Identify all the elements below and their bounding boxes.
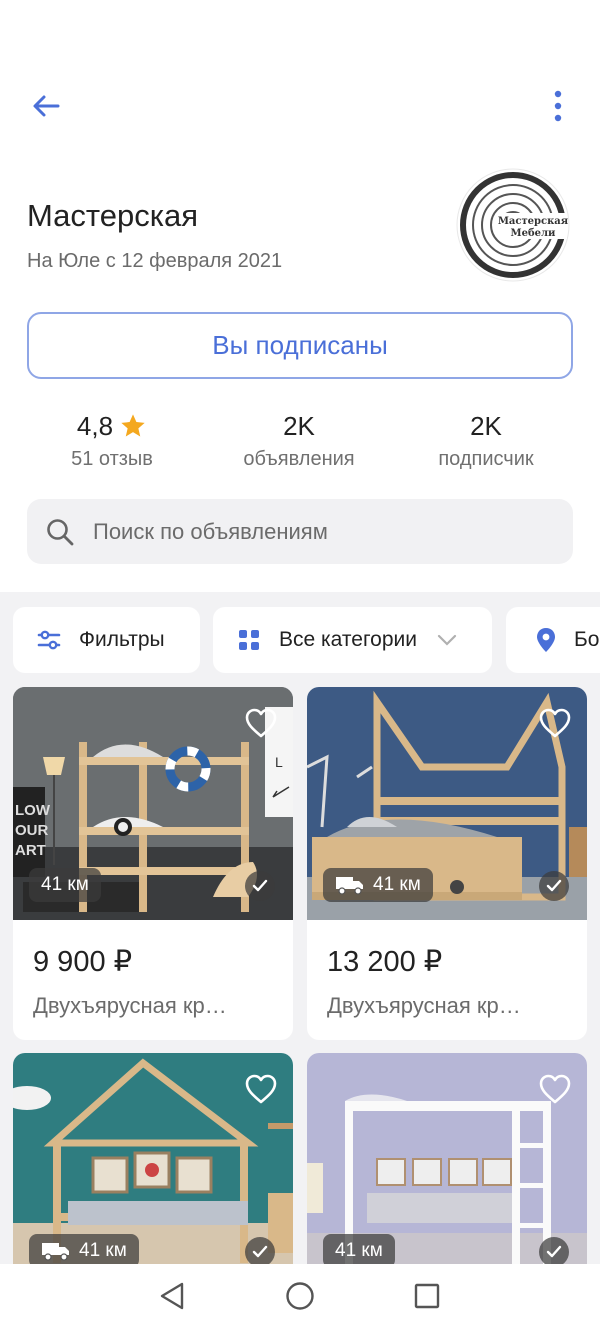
subscribers-count: 2K <box>470 411 502 441</box>
arrow-left-icon <box>33 95 60 117</box>
verified-check-icon <box>245 871 275 901</box>
subscribers-label: подписчик <box>438 448 534 470</box>
search-icon <box>43 515 77 549</box>
nav-back-button[interactable] <box>152 1276 192 1316</box>
categories-chip-label: Все категории <box>279 628 417 651</box>
svg-text:L: L <box>275 754 283 770</box>
system-nav-bar <box>0 1264 600 1326</box>
sliders-icon <box>35 626 63 654</box>
nav-home-button[interactable] <box>280 1276 320 1316</box>
stat-listings[interactable]: 2K объявления <box>209 408 389 471</box>
filters-chip[interactable]: Фильтры <box>13 607 200 673</box>
heart-icon <box>539 1074 571 1104</box>
grid-icon <box>235 626 263 654</box>
logo-text-line1: Мастерская <box>498 216 569 227</box>
heart-icon <box>245 708 277 738</box>
stats-row: 4,8 51 отзыв 2K объявления 2K подписчик <box>0 408 600 474</box>
listing-card[interactable]: 41 км 13 200 ₽ Двухъярусная кр… <box>307 687 587 1040</box>
favorite-button[interactable] <box>537 1071 573 1107</box>
svg-text:ART: ART <box>15 842 46 859</box>
reviews-count: 51 отзыв <box>71 448 153 470</box>
location-chip-label: Бо <box>574 628 600 651</box>
poster-text: LOW <box>15 802 51 819</box>
heart-icon <box>245 1074 277 1104</box>
stat-subscribers[interactable]: 2K подписчик <box>396 408 576 471</box>
circle-home-icon <box>286 1282 314 1310</box>
nav-recents-button[interactable] <box>407 1276 447 1316</box>
heart-icon <box>539 708 571 738</box>
verified-check-icon <box>245 1237 275 1264</box>
listing-price: 9 900 ₽ <box>33 946 133 978</box>
more-options-button[interactable] <box>534 86 582 126</box>
delivery-truck-icon <box>42 1243 69 1261</box>
listing-price: 13 200 ₽ <box>327 946 443 978</box>
member-since: На Юле с 12 февраля 2021 <box>27 250 283 272</box>
rating-value: 4,8 <box>76 411 114 441</box>
search-input[interactable]: Поиск по объявлениям <box>27 499 573 564</box>
square-recents-icon <box>414 1283 440 1309</box>
favorite-button[interactable] <box>537 705 573 741</box>
filters-chip-label: Фильтры <box>79 628 165 651</box>
location-pin-icon <box>532 626 560 654</box>
logo-text-line2: Мебели <box>511 228 557 239</box>
search-placeholder: Поиск по объявлениям <box>93 518 328 544</box>
verified-check-icon <box>539 1237 569 1264</box>
listing-card[interactable]: 41 км <box>13 1053 293 1264</box>
triangle-back-icon <box>160 1282 184 1310</box>
filter-chips: Фильтры Все категории Бо <box>0 607 600 673</box>
distance-badge: 41 км <box>29 1234 139 1264</box>
back-button[interactable] <box>22 86 70 126</box>
location-chip[interactable]: Бо <box>506 607 600 673</box>
listing-photo[interactable]: LOW OUR ART L 41 км <box>13 687 293 920</box>
listing-card[interactable]: 41 км <box>307 1053 587 1264</box>
listing-title: Двухъярусная кр… <box>33 993 227 1018</box>
favorite-button[interactable] <box>243 705 279 741</box>
favorite-button[interactable] <box>243 1071 279 1107</box>
distance-value: 41 км <box>373 874 421 895</box>
stat-rating[interactable]: 4,8 51 отзыв <box>22 408 202 471</box>
chevron-down-icon <box>437 634 457 646</box>
shop-name: Мастерская <box>27 198 199 233</box>
listing-photo[interactable]: 41 км <box>13 1053 293 1264</box>
more-vertical-icon <box>554 90 562 122</box>
distance-badge: 41 км <box>323 1234 395 1264</box>
distance-value: 41 км <box>335 1240 383 1261</box>
listing-title: Двухъярусная кр… <box>327 993 521 1018</box>
svg-text:OUR: OUR <box>15 822 49 839</box>
listings-label: объявления <box>243 448 355 470</box>
delivery-truck-icon <box>336 877 363 895</box>
verified-check-icon <box>539 871 569 901</box>
categories-chip[interactable]: Все категории <box>213 607 492 673</box>
star-icon <box>121 414 145 437</box>
listing-photo[interactable]: 41 км <box>307 1053 587 1264</box>
listing-photo[interactable]: 41 км <box>307 687 587 920</box>
top-bar <box>0 80 600 132</box>
distance-badge: 41 км <box>323 868 433 902</box>
subscribed-button[interactable]: Вы подписаны <box>27 312 573 379</box>
listing-card[interactable]: LOW OUR ART L 41 км 9 900 ₽ Двухъярусная… <box>13 687 293 1040</box>
distance-value: 41 км <box>41 874 89 895</box>
distance-badge: 41 км <box>29 868 101 902</box>
shop-logo[interactable]: Мастерская Мебели <box>453 165 573 285</box>
listings-count: 2K <box>283 411 315 441</box>
distance-value: 41 км <box>79 1240 127 1261</box>
